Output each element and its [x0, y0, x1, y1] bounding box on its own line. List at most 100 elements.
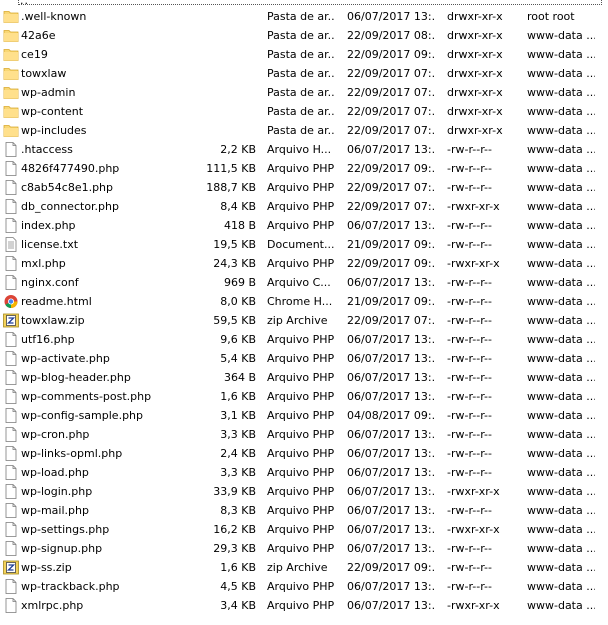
file-row-wp-admin[interactable]: wp-admin Pasta de ar... 22/09/2017 07:..…: [0, 83, 608, 102]
file-permissions: -rw-r--r--: [447, 276, 492, 289]
file-row-db-connector-php[interactable]: db_connector.php 8,4 KB Arquivo PHP 22/0…: [0, 197, 608, 216]
file-type: Arquivo PHP: [267, 371, 335, 384]
file-icon: [5, 256, 17, 271]
file-icon-cell: [3, 273, 19, 292]
file-permissions: -rw-r--r--: [447, 314, 492, 327]
file-row-ce19[interactable]: ce19 Pasta de ar... 22/09/2017 09:... dr…: [0, 45, 608, 64]
file-modified: 22/09/2017 09:...: [347, 48, 436, 61]
file-permissions: -rw-r--r--: [447, 238, 492, 251]
file-row-wp-cron-php[interactable]: wp-cron.php 3,3 KB Arquivo PHP 06/07/201…: [0, 425, 608, 444]
file-modified: 06/07/2017 13:...: [347, 447, 436, 460]
file-icon: [5, 484, 17, 499]
file-row-42a6e[interactable]: 42a6e Pasta de ar... 22/09/2017 08:... d…: [0, 26, 608, 45]
file-owner: www-data ...: [527, 295, 595, 308]
file-row-nginx-conf[interactable]: nginx.conf 969 B Arquivo C... 06/07/2017…: [0, 273, 608, 292]
file-row-wp-trackback-php[interactable]: wp-trackback.php 4,5 KB Arquivo PHP 06/0…: [0, 577, 608, 596]
file-icon-cell: [3, 45, 19, 64]
file-row-wp-comments-post-php[interactable]: wp-comments-post.php 1,6 KB Arquivo PHP …: [0, 387, 608, 406]
file-icon-cell: [3, 235, 19, 254]
file-size: 2,2 KB: [220, 143, 256, 156]
file-permissions: -rw-r--r--: [447, 428, 492, 441]
file-row-readme-html[interactable]: readme.html 8,0 KB Chrome H... 21/09/201…: [0, 292, 608, 311]
file-row-xmlrpc-php[interactable]: xmlrpc.php 3,4 KB Arquivo PHP 06/07/2017…: [0, 596, 608, 615]
file-size: 8,4 KB: [220, 200, 256, 213]
file-permissions: -rw-r--r--: [447, 295, 492, 308]
file-permissions: -rw-r--r--: [447, 162, 492, 175]
file-list: .. .well-known Pasta de ar... 06/07/2017…: [0, 0, 608, 615]
file-row-index-php[interactable]: index.php 418 B Arquivo PHP 06/07/2017 1…: [0, 216, 608, 235]
folder-icon: [3, 49, 19, 61]
file-modified: 06/07/2017 13:...: [347, 352, 436, 365]
file-owner: www-data ...: [527, 371, 595, 384]
file-permissions: drwxr-xr-x: [447, 105, 503, 118]
file-icon-cell: [3, 254, 19, 273]
file-row-utf16-php[interactable]: utf16.php 9,6 KB Arquivo PHP 06/07/2017 …: [0, 330, 608, 349]
file-permissions: drwxr-xr-x: [447, 86, 503, 99]
file-type: Arquivo PHP: [267, 428, 335, 441]
file-icon: [5, 332, 17, 347]
file-row-wp-settings-php[interactable]: wp-settings.php 16,2 KB Arquivo PHP 06/0…: [0, 520, 608, 539]
file-type: Arquivo PHP: [267, 580, 335, 593]
file-row--htaccess[interactable]: .htaccess 2,2 KB Arquivo H... 06/07/2017…: [0, 140, 608, 159]
file-owner: www-data ...: [527, 580, 595, 593]
file-type: Arquivo PHP: [267, 200, 335, 213]
file-row-wp-config-sample-php[interactable]: wp-config-sample.php 3,1 KB Arquivo PHP …: [0, 406, 608, 425]
file-modified: 06/07/2017 13:...: [347, 542, 436, 555]
file-size: 19,5 KB: [213, 238, 256, 251]
file-owner: www-data ...: [527, 219, 595, 232]
file-type: Pasta de ar...: [267, 48, 335, 61]
file-row-wp-ss-zip[interactable]: wp-ss.zip 1,6 KB zip Archive 22/09/2017 …: [0, 558, 608, 577]
file-icon-cell: [3, 292, 19, 311]
file-owner: www-data ...: [527, 466, 595, 479]
file-modified: 06/07/2017 13:...: [347, 390, 436, 403]
file-row--well-known[interactable]: .well-known Pasta de ar... 06/07/2017 13…: [0, 7, 608, 26]
file-modified: 06/07/2017 13:...: [347, 466, 436, 479]
file-type: Document...: [267, 238, 335, 251]
file-icon: [5, 541, 17, 556]
file-modified: 22/09/2017 07:...: [347, 105, 436, 118]
file-row-wp-activate-php[interactable]: wp-activate.php 5,4 KB Arquivo PHP 06/07…: [0, 349, 608, 368]
file-owner: root root: [527, 10, 575, 23]
file-owner: www-data ...: [527, 257, 595, 270]
file-owner: www-data ...: [527, 143, 595, 156]
file-name: wp-admin: [21, 86, 76, 99]
file-type: zip Archive: [267, 561, 328, 574]
file-icon-cell: [3, 197, 19, 216]
file-row-towxlaw[interactable]: towxlaw Pasta de ar... 22/09/2017 07:...…: [0, 64, 608, 83]
file-row-wp-includes[interactable]: wp-includes Pasta de ar... 22/09/2017 07…: [0, 121, 608, 140]
file-row-wp-content[interactable]: wp-content Pasta de ar... 22/09/2017 07:…: [0, 102, 608, 121]
file-size: 16,2 KB: [213, 523, 256, 536]
file-row-c8ab54c8e1-php[interactable]: c8ab54c8e1.php 188,7 KB Arquivo PHP 22/0…: [0, 178, 608, 197]
file-modified: 06/07/2017 13:...: [347, 219, 436, 232]
file-icon: [5, 598, 17, 613]
file-row-wp-blog-header-php[interactable]: wp-blog-header.php 364 B Arquivo PHP 06/…: [0, 368, 608, 387]
file-type: Arquivo PHP: [267, 352, 335, 365]
file-permissions: -rwxr-xr-x: [447, 599, 500, 612]
file-row-wp-mail-php[interactable]: wp-mail.php 8,3 KB Arquivo PHP 06/07/201…: [0, 501, 608, 520]
file-modified: 22/09/2017 09:...: [347, 162, 436, 175]
file-modified: 06/07/2017 13:...: [347, 333, 436, 346]
parent-directory-row[interactable]: ..: [0, 0, 608, 7]
file-row-license-txt[interactable]: license.txt 19,5 KB Document... 21/09/20…: [0, 235, 608, 254]
file-type: Arquivo PHP: [267, 466, 335, 479]
file-size: 59,5 KB: [213, 314, 256, 327]
file-modified: 22/09/2017 08:...: [347, 29, 436, 42]
folder-icon: [3, 68, 19, 80]
file-row-wp-links-opml-php[interactable]: wp-links-opml.php 2,4 KB Arquivo PHP 06/…: [0, 444, 608, 463]
file-owner: www-data ...: [527, 200, 595, 213]
file-row-4826f477490-php[interactable]: 4826f477490.php 111,5 KB Arquivo PHP 22/…: [0, 159, 608, 178]
file-icon-cell: [3, 482, 19, 501]
file-permissions: -rw-r--r--: [447, 371, 492, 384]
file-row-towxlaw-zip[interactable]: towxlaw.zip 59,5 KB zip Archive 22/09/20…: [0, 311, 608, 330]
text-file-icon: [5, 237, 17, 252]
file-row-wp-load-php[interactable]: wp-load.php 3,3 KB Arquivo PHP 06/07/201…: [0, 463, 608, 482]
file-row-wp-login-php[interactable]: wp-login.php 33,9 KB Arquivo PHP 06/07/2…: [0, 482, 608, 501]
file-permissions: drwxr-xr-x: [447, 48, 503, 61]
file-size: 3,1 KB: [220, 409, 256, 422]
file-icon: [5, 408, 17, 423]
file-owner: www-data ...: [527, 599, 595, 612]
file-row-mxl-php[interactable]: mxl.php 24,3 KB Arquivo PHP 22/09/2017 0…: [0, 254, 608, 273]
file-icon-cell: [3, 501, 19, 520]
file-type: Arquivo PHP: [267, 523, 335, 536]
file-row-wp-signup-php[interactable]: wp-signup.php 29,3 KB Arquivo PHP 06/07/…: [0, 539, 608, 558]
